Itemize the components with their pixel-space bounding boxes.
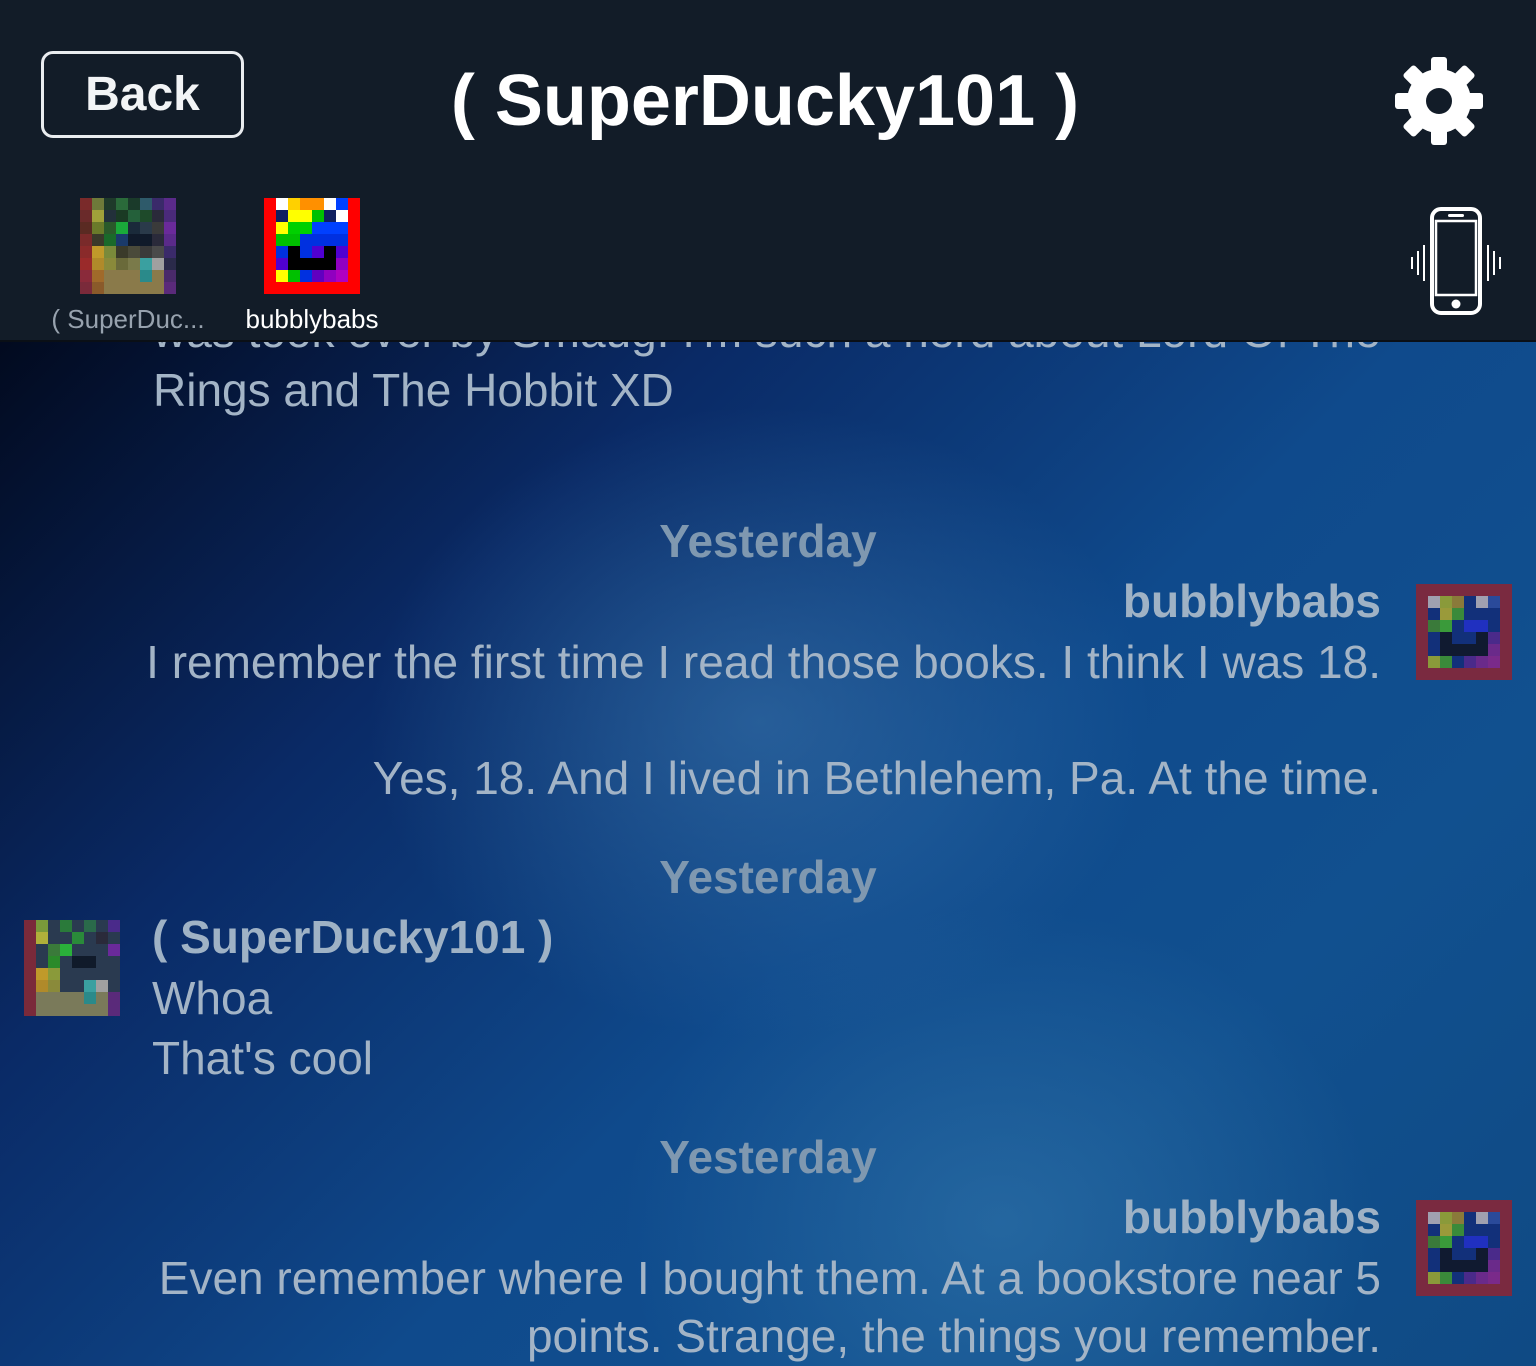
message-text: That's cool (152, 1032, 373, 1084)
participant-superducky[interactable]: ( SuperDuc... (51, 198, 205, 334)
sender-name: bubblybabs (1122, 575, 1381, 627)
sender-name: bubblybabs (1122, 1191, 1381, 1243)
timestamp: Yesterday (659, 851, 877, 903)
pixel-avatar-green (80, 198, 176, 294)
message-text: Whoa (152, 972, 273, 1024)
timestamp: Yesterday (659, 1131, 877, 1183)
back-button[interactable]: Back (41, 51, 244, 138)
participant-bubblybabs[interactable]: bubblybabs (246, 198, 379, 334)
message-text: Even remember where I bought them. At a … (158, 1252, 1381, 1304)
avatar (1416, 584, 1512, 680)
message-text: points. Strange, the things you remember… (526, 1310, 1381, 1362)
conversation-title: ( SuperDucky101 ) (450, 61, 1080, 141)
chat-scroll-area[interactable]: was took over by Smaug. I'm such a nerd … (0, 342, 1536, 1366)
timestamp: Yesterday (659, 515, 877, 567)
avatar (1416, 1200, 1512, 1296)
message-text: I remember the first time I read those b… (146, 636, 1381, 688)
message-text: Rings and The Hobbit XD (153, 364, 674, 416)
message-text: was took over by Smaug. I'm such a nerd … (153, 342, 1381, 358)
top-navigation-bar: Back ( SuperDucky101 ) (SuperDuc... bub… (0, 0, 1536, 342)
vibrate-phone-icon[interactable] (1408, 205, 1504, 317)
participant-label: bubblybabs (245, 304, 379, 334)
participant-label: ( SuperDuc... (51, 304, 205, 334)
gear-icon[interactable] (1391, 53, 1487, 149)
pixel-avatar-rainbow (264, 198, 360, 294)
sender-name: ( SuperDucky101 ) (152, 911, 554, 963)
message-text: Yes, 18. And I lived in Bethlehem, Pa. A… (372, 752, 1381, 804)
avatar (24, 920, 120, 1016)
